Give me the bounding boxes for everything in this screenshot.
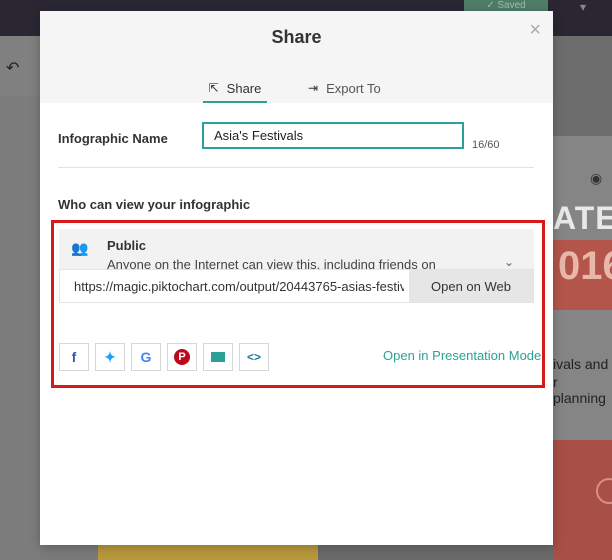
infographic-name-input[interactable] bbox=[202, 122, 464, 149]
tab-share-label: Share bbox=[226, 80, 262, 96]
modal-title: Share bbox=[271, 27, 322, 47]
highlight-frame bbox=[51, 220, 545, 388]
divider bbox=[58, 167, 534, 168]
undo-icon[interactable]: ↶ bbox=[6, 58, 19, 78]
tab-export[interactable]: ⇥ Export To bbox=[308, 75, 381, 101]
poster-year: 016 bbox=[558, 244, 612, 288]
editor-canvas-header bbox=[553, 36, 612, 136]
poster-copy-line-2: r planning bbox=[553, 374, 606, 406]
topbar-icon: ▾ bbox=[580, 0, 587, 14]
export-icon: ⇥ bbox=[308, 81, 319, 95]
share-modal: Share × ⇱ Share ⇥ Export To Infographic … bbox=[40, 11, 553, 545]
share-tabs: ⇱ Share ⇥ Export To bbox=[40, 75, 553, 103]
close-icon[interactable]: × bbox=[529, 19, 541, 42]
editor-left-panel bbox=[0, 36, 40, 560]
tab-share[interactable]: ⇱ Share bbox=[203, 75, 267, 103]
poster-heading: ATE bbox=[553, 200, 612, 236]
modal-header: Share × ⇱ Share ⇥ Export To bbox=[40, 11, 553, 103]
tab-export-label: Export To bbox=[326, 80, 381, 96]
share-icon: ⇱ bbox=[208, 81, 219, 95]
poster-copy-line-1: ivals and bbox=[553, 356, 609, 372]
poster-bottom-strip bbox=[318, 545, 553, 560]
who-can-view-label: Who can view your infographic bbox=[58, 197, 251, 212]
preview-eye-icon[interactable]: ◉ bbox=[590, 170, 602, 187]
char-count: 16/60 bbox=[472, 139, 500, 151]
poster-yellow-strip bbox=[98, 545, 318, 560]
infographic-name-label: Infographic Name bbox=[58, 131, 168, 146]
